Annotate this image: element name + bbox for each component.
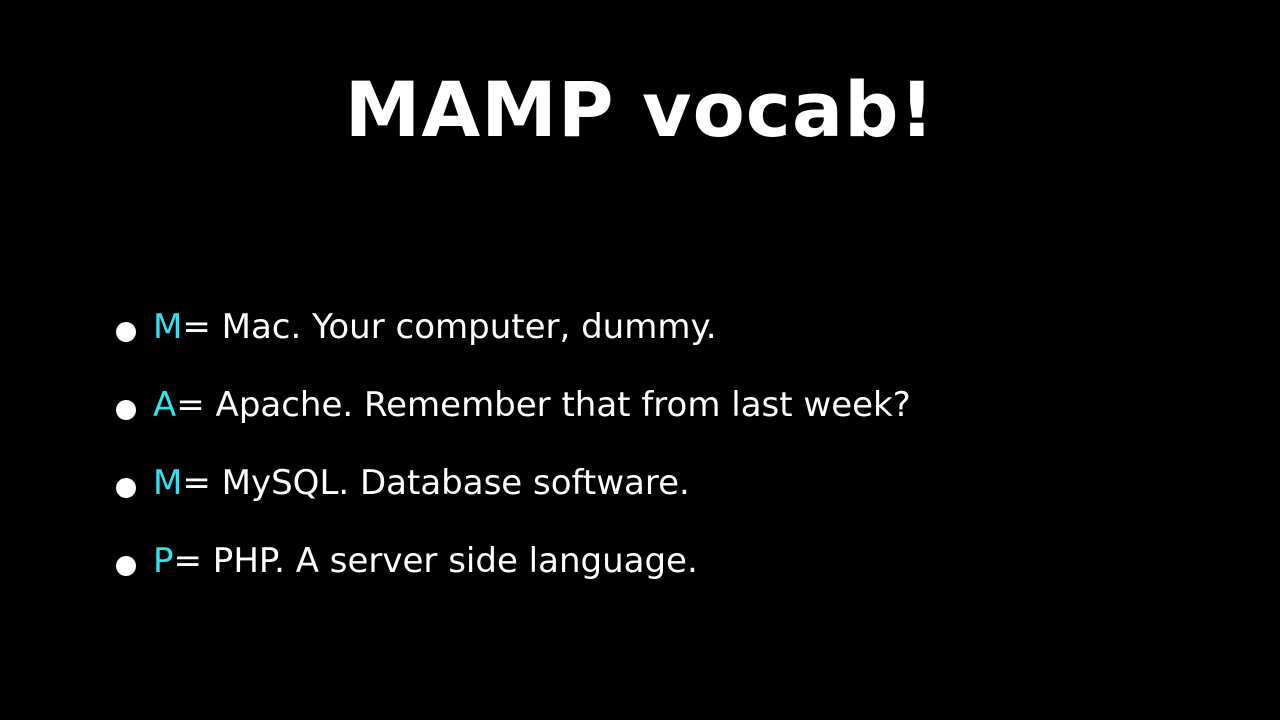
bullet-item-php: P = PHP. A server side language.: [116, 522, 911, 600]
bullet-item-apache: A = Apache. Remember that from last week…: [116, 366, 911, 444]
bullet-dot-icon: [116, 322, 136, 342]
bullet-item-mac: M = Mac. Your computer, dummy.: [116, 288, 911, 366]
bullet-list: M = Mac. Your computer, dummy. A = Apach…: [116, 288, 911, 600]
bullet-text: = Apache. Remember that from last week?: [176, 385, 911, 425]
bullet-letter: M: [153, 463, 183, 503]
bullet-letter: M: [153, 307, 183, 347]
bullet-dot-icon: [116, 400, 136, 420]
slide: MAMP vocab! M = Mac. Your computer, dumm…: [0, 0, 1280, 720]
bullet-text: = PHP. A server side language.: [173, 541, 698, 581]
bullet-text: = MySQL. Database software.: [182, 463, 690, 503]
bullet-dot-icon: [116, 556, 136, 576]
bullet-dot-icon: [116, 478, 136, 498]
bullet-text: = Mac. Your computer, dummy.: [182, 307, 717, 347]
bullet-item-mysql: M = MySQL. Database software.: [116, 444, 911, 522]
slide-title: MAMP vocab!: [344, 65, 936, 154]
bullet-letter: P: [153, 541, 174, 581]
bullet-letter: A: [153, 385, 177, 425]
